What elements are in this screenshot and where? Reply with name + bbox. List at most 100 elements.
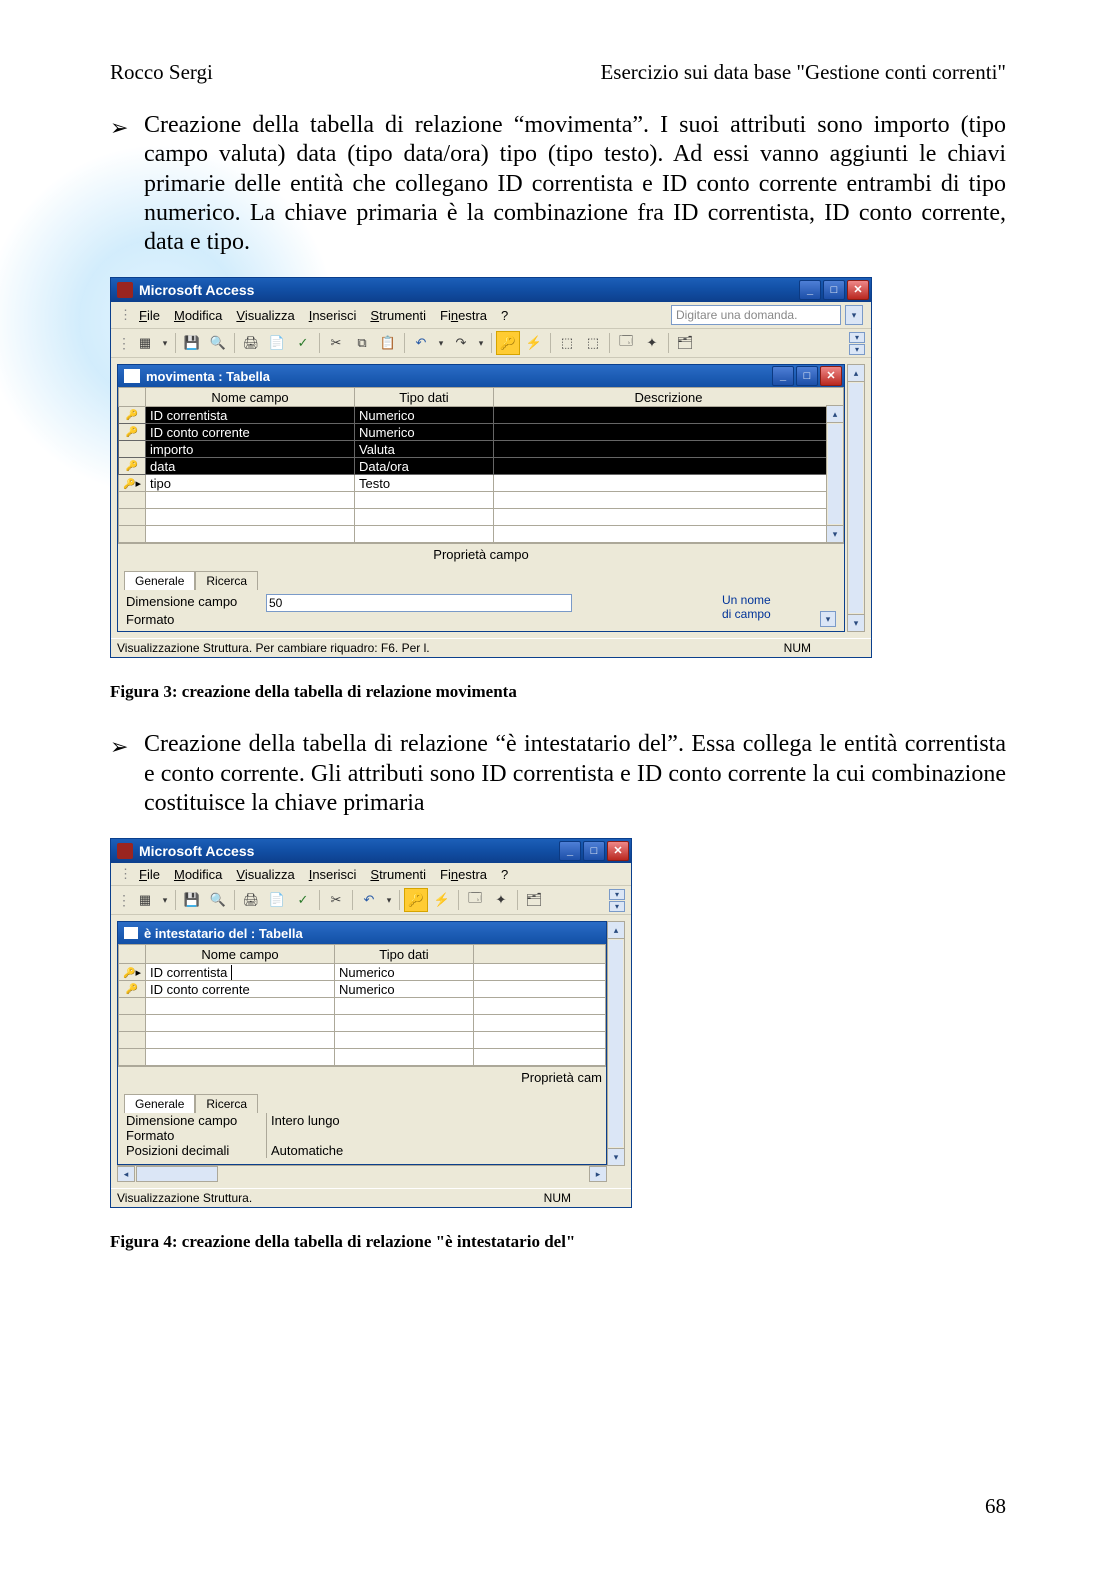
redo-button[interactable]: ↷ [449, 331, 473, 355]
view-button[interactable]: ▦ [133, 331, 157, 355]
prop-dimensione-campo-input[interactable] [266, 594, 572, 612]
preview-button[interactable]: 📄 [265, 888, 289, 912]
menu-file[interactable]: File [139, 308, 160, 323]
cut-button[interactable]: ✂ [324, 888, 348, 912]
table-row[interactable]: ID conto correnteNumerico [119, 424, 844, 441]
save-button[interactable]: 💾 [180, 888, 204, 912]
col-nome-campo: Nome campo [146, 388, 355, 407]
tab-generale[interactable]: Generale [124, 1094, 195, 1113]
property-row[interactable]: Dimensione campoIntero lungo [126, 1113, 598, 1128]
preview-button[interactable]: 📄 [265, 331, 289, 355]
view-dropdown-icon[interactable]: ▾ [159, 888, 171, 912]
minimize-button[interactable]: _ [559, 841, 581, 861]
close-button[interactable]: ✕ [847, 280, 869, 300]
copy-button[interactable]: ⧉ [350, 331, 374, 355]
ask-a-question-box[interactable]: Digitare una domanda. [671, 305, 841, 325]
menu-inserisci[interactable]: Inserisci [309, 867, 357, 882]
hscroll-right-icon[interactable]: ▸ [589, 1166, 607, 1182]
menu-modifica[interactable]: Modifica [174, 867, 222, 882]
toolbar-more-up-icon[interactable]: ▾ [609, 889, 625, 900]
db-window-button[interactable]: 🗂 [522, 888, 546, 912]
toolbar-more-up-icon[interactable]: ▾ [849, 332, 865, 343]
redo-dropdown-icon[interactable]: ▾ [475, 331, 487, 355]
properties-button[interactable]: 🗔 [463, 888, 487, 912]
property-row[interactable]: Posizioni decimaliAutomatiche [126, 1143, 598, 1158]
undo-button[interactable]: ↶ [409, 331, 433, 355]
indexes-button[interactable]: ⚡ [522, 331, 546, 355]
insert-rows-button[interactable]: ⬚ [555, 331, 579, 355]
table-icon [124, 927, 138, 939]
undo-dropdown-icon[interactable]: ▾ [383, 888, 395, 912]
spellcheck-button[interactable]: ✓ [291, 888, 315, 912]
mdi-close-button[interactable]: ✕ [820, 366, 842, 386]
primary-key-button[interactable]: 🔑 [404, 888, 428, 912]
scroll-thumb[interactable] [609, 940, 623, 1147]
close-button[interactable]: ✕ [607, 841, 629, 861]
menu-strumenti[interactable]: Strumenti [370, 308, 426, 323]
menu-help[interactable]: ? [501, 308, 508, 323]
hint-scroll-down-icon[interactable]: ▾ [820, 611, 836, 627]
paste-button[interactable]: 📋 [376, 331, 400, 355]
search-button[interactable]: 🔍 [206, 888, 230, 912]
menu-help[interactable]: ? [501, 867, 508, 882]
table-row[interactable]: ID conto correnteNumerico [119, 981, 606, 998]
grid-scroll-up-icon[interactable]: ▴ [827, 406, 843, 423]
scroll-up-icon[interactable]: ▴ [848, 365, 864, 382]
primary-key-icon [126, 426, 138, 438]
menu-visualizza[interactable]: Visualizza [236, 867, 294, 882]
primary-key-button[interactable]: 🔑 [496, 331, 520, 355]
scroll-down-icon[interactable]: ▾ [848, 614, 864, 631]
hscroll-left-icon[interactable]: ◂ [117, 1166, 135, 1182]
menu-finestra[interactable]: Finestra [440, 867, 487, 882]
tab-ricerca[interactable]: Ricerca [195, 571, 258, 590]
tab-ricerca[interactable]: Ricerca [195, 1094, 258, 1113]
property-row[interactable]: Formato [126, 1128, 598, 1143]
toolbar-more-down-icon[interactable]: ▾ [849, 344, 865, 355]
scroll-up-icon[interactable]: ▴ [608, 922, 624, 939]
field-grid-2[interactable]: Nome campo Tipo dati ▸ID correntista Num… [118, 944, 606, 1066]
minimize-button[interactable]: _ [799, 280, 821, 300]
table-row[interactable]: ▸ID correntista Numerico [119, 964, 606, 981]
hscroll-thumb[interactable] [136, 1166, 218, 1182]
table-row[interactable]: ▸tipoTesto [119, 475, 844, 492]
menu-finestra[interactable]: Finestra [440, 308, 487, 323]
search-button[interactable]: 🔍 [206, 331, 230, 355]
save-button[interactable]: 💾 [180, 331, 204, 355]
print-button[interactable]: 🖨 [239, 888, 263, 912]
grid-scroll-thumb[interactable] [828, 424, 842, 524]
col-tipo-dati: Tipo dati [355, 388, 494, 407]
toolbar-more-down-icon[interactable]: ▾ [609, 901, 625, 912]
scroll-down-icon[interactable]: ▾ [608, 1148, 624, 1165]
mdi-maximize-button[interactable]: □ [796, 366, 818, 386]
table-row[interactable]: ID correntistaNumerico [119, 407, 844, 424]
menu-visualizza[interactable]: Visualizza [236, 308, 294, 323]
menu-inserisci[interactable]: Inserisci [309, 308, 357, 323]
menu-file[interactable]: File [139, 867, 160, 882]
cut-button[interactable]: ✂ [324, 331, 348, 355]
undo-dropdown-icon[interactable]: ▾ [435, 331, 447, 355]
print-button[interactable]: 🖨 [239, 331, 263, 355]
table-row[interactable]: dataData/ora [119, 458, 844, 475]
delete-rows-button[interactable]: ⬚ [581, 331, 605, 355]
table-row[interactable]: importoValuta [119, 441, 844, 458]
scroll-thumb[interactable] [849, 383, 863, 613]
build-button[interactable]: ✦ [489, 888, 513, 912]
db-window-button[interactable]: 🗂 [673, 331, 697, 355]
build-button[interactable]: ✦ [640, 331, 664, 355]
menu-strumenti[interactable]: Strumenti [370, 867, 426, 882]
spellcheck-button[interactable]: ✓ [291, 331, 315, 355]
grid-scroll-down-icon[interactable]: ▾ [827, 525, 843, 542]
undo-button[interactable]: ↶ [357, 888, 381, 912]
indexes-button[interactable]: ⚡ [430, 888, 454, 912]
ask-dropdown-icon[interactable]: ▾ [845, 305, 863, 325]
menu-modifica[interactable]: Modifica [174, 308, 222, 323]
properties-button[interactable]: 🗔 [614, 331, 638, 355]
field-grid[interactable]: Nome campo Tipo dati Descrizione ID corr… [118, 387, 844, 543]
view-button[interactable]: ▦ [133, 888, 157, 912]
mdi-minimize-button[interactable]: _ [772, 366, 794, 386]
maximize-button[interactable]: □ [583, 841, 605, 861]
header-author: Rocco Sergi [110, 60, 213, 85]
view-dropdown-icon[interactable]: ▾ [159, 331, 171, 355]
maximize-button[interactable]: □ [823, 280, 845, 300]
tab-generale[interactable]: Generale [124, 571, 195, 590]
